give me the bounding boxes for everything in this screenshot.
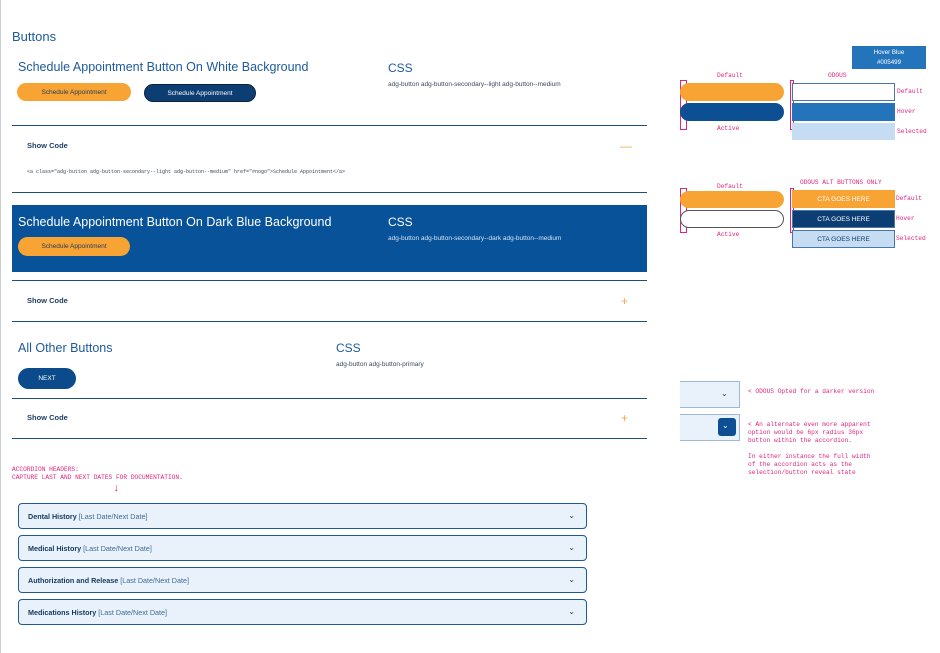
sample-default-box <box>792 83 895 101</box>
schedule-appointment-button-orange[interactable]: Schedule Appointment <box>17 83 131 101</box>
label-hover: Hover <box>897 108 916 115</box>
accordion-header-note: ACCORDION HEADERS: CAPTURE LAST AND NEXT… <box>12 466 183 482</box>
accordion-authorization-and-release[interactable]: Authorization and Release [Last Date/Nex… <box>18 567 587 593</box>
section-other-title: All Other Buttons <box>18 341 113 355</box>
annotation-note-full-width: In either instance the full width of the… <box>748 453 871 477</box>
section-dark-title: Schedule Appointment Button On Dark Blue… <box>18 215 332 229</box>
label-default: Default <box>896 195 922 202</box>
sample-selected-box <box>792 123 895 140</box>
minus-icon[interactable]: — <box>620 140 632 152</box>
label-hover: Hover <box>896 215 915 222</box>
chevron-button[interactable]: ⌄ <box>718 418 736 436</box>
note-line: ACCORDION HEADERS: <box>12 466 79 473</box>
swatch-title: Hover Blue <box>873 49 905 56</box>
section-white-css-classes: adg-button adg-button-secondary--light a… <box>388 81 561 88</box>
note-line: of the accordion acts as the <box>748 461 852 468</box>
code-snippet: <a class="adg-button adg-button-secondar… <box>27 169 346 175</box>
arrow-down-icon: ↓ <box>113 483 120 495</box>
page-left-border <box>0 0 1 653</box>
cta-selected-button[interactable]: CTA GOES HERE <box>792 230 895 248</box>
note-line: button within the accordion. <box>748 437 852 444</box>
label-default: Default <box>717 72 743 79</box>
show-code-toggle-dark[interactable]: Show Code <box>27 296 68 305</box>
accordion-select-sample[interactable]: ⌄ <box>680 381 740 408</box>
chevron-down-icon: ⌄ <box>568 575 575 584</box>
accordion-label: Medical History <box>28 543 82 553</box>
plus-icon[interactable]: + <box>621 412 628 424</box>
section-divider <box>12 125 647 126</box>
page-title: Buttons <box>12 29 57 44</box>
label-selected: Selected <box>896 235 926 242</box>
accordion-dates: [Last Date/Next Date] <box>98 607 168 617</box>
section-divider <box>12 192 647 193</box>
accordion-medical-history[interactable]: Medical History [Last Date/Next Date] ⌄ <box>18 535 587 561</box>
chevron-down-icon: ⌄ <box>568 607 575 616</box>
section-white-css-heading: CSS <box>388 61 413 75</box>
annotation-note-darker: < ODOUS Opted for a darker version <box>748 388 875 395</box>
label-selected: Selected <box>897 128 927 135</box>
note-line: CAPTURE LAST AND NEXT DATES FOR DOCUMENT… <box>12 474 183 481</box>
chevron-down-icon: ⌄ <box>568 511 575 520</box>
swatch-hex: #005499 <box>876 59 902 66</box>
cta-hover-button[interactable]: CTA GOES HERE <box>792 210 895 228</box>
label-odous-alt: ODOUS ALT BUTTONS ONLY <box>800 179 882 186</box>
section-other-css-classes: adg-button adg-button-primary <box>336 361 424 368</box>
note-line: < An alternate even more apparent <box>748 421 871 428</box>
cta-default-button[interactable]: CTA GOES HERE <box>792 190 895 208</box>
note-line: In either instance the full width <box>748 453 871 460</box>
accordion-dental-history[interactable]: Dental History [Last Date/Next Date] ⌄ <box>18 503 587 529</box>
section-white-title: Schedule Appointment Button On White Bac… <box>18 60 309 74</box>
show-code-toggle-white[interactable]: Show Code <box>27 141 68 150</box>
section-dark-css-classes: adg-button adg-button-secondary--dark ad… <box>388 235 562 242</box>
section-divider <box>12 398 647 399</box>
accordion-label: Dental History <box>28 511 77 521</box>
section-divider <box>12 438 647 439</box>
section-other-css-heading: CSS <box>336 341 361 355</box>
hover-blue-swatch: Hover Blue #005499 <box>852 46 926 69</box>
accordion-medications-history[interactable]: Medications History [Last Date/Next Date… <box>18 599 587 625</box>
plus-icon[interactable]: + <box>621 295 628 307</box>
label-default: Default <box>717 183 743 190</box>
note-line: option would be 6px radius 36px <box>748 429 864 436</box>
sample-navy-pill <box>680 103 784 121</box>
accordion-dates: [Last Date/Next Date] <box>78 511 148 521</box>
label-active: Active <box>717 231 740 238</box>
schedule-appointment-button-navy[interactable]: Schedule Appointment <box>144 84 256 102</box>
next-button[interactable]: NEXT <box>18 368 76 389</box>
section-dark-css-heading: CSS <box>388 215 413 229</box>
chevron-down-icon: ⌄ <box>721 389 728 398</box>
dark-blue-band: Schedule Appointment Button On Dark Blue… <box>12 205 647 272</box>
accordion-select-sample-alt[interactable]: ⌄ <box>680 414 740 441</box>
label-odous: ODOUS <box>828 72 847 79</box>
label-active: Active <box>717 125 740 132</box>
accordion-label: Authorization and Release <box>28 575 119 585</box>
sample-outline-pill <box>680 210 784 228</box>
sample-orange-pill <box>680 191 784 208</box>
chevron-down-icon: ⌄ <box>568 543 575 552</box>
section-divider <box>12 280 647 281</box>
schedule-appointment-button-on-dark[interactable]: Schedule Appointment <box>18 237 130 256</box>
accordion-dates: [Last Date/Next Date] <box>120 575 189 585</box>
show-code-toggle-other[interactable]: Show Code <box>27 413 68 422</box>
section-divider <box>12 321 647 322</box>
chevron-down-icon: ⌄ <box>722 421 729 430</box>
label-default: Default <box>897 88 923 95</box>
annotation-note-alternate: < An alternate even more apparent option… <box>748 421 871 445</box>
sample-orange-pill <box>680 83 784 101</box>
accordion-dates: [Last Date/Next Date] <box>83 543 152 553</box>
sample-hover-box <box>792 103 895 121</box>
note-line: selection/button reveal state <box>748 469 856 476</box>
accordion-label: Medications History <box>28 607 97 617</box>
